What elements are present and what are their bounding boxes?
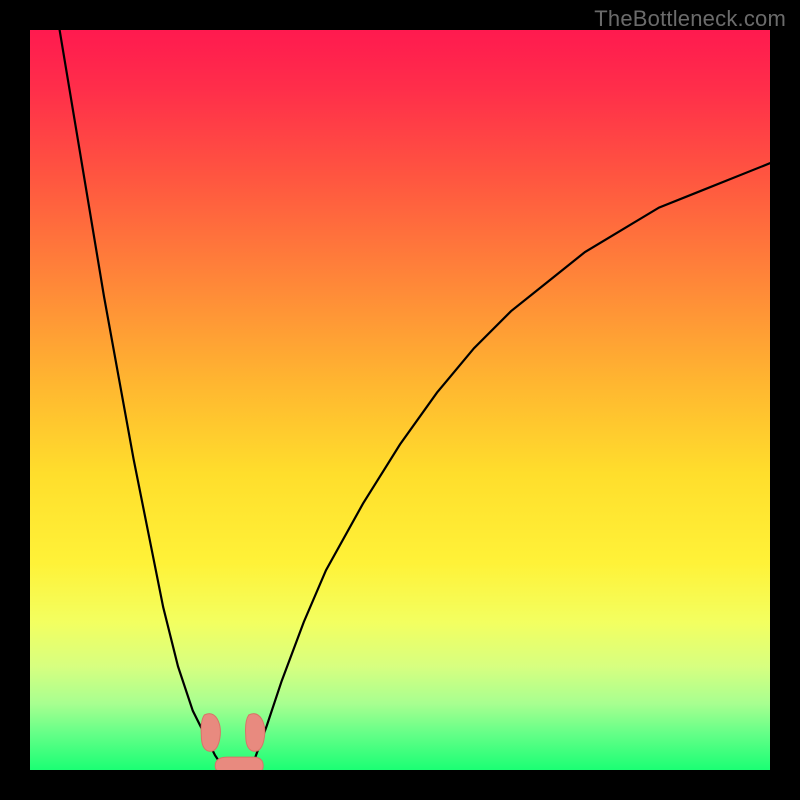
left_blob_at_notch (201, 714, 220, 752)
watermark-text: TheBottleneck.com (594, 6, 786, 32)
bottom_blob (215, 757, 263, 770)
outer-black-frame: TheBottleneck.com (0, 0, 800, 800)
curve-layer (30, 30, 770, 770)
right-curve (252, 163, 770, 766)
left-curve (60, 30, 223, 766)
datapoint-blobs (201, 714, 265, 770)
right_blob_at_notch (246, 714, 265, 752)
gradient-plot-area (30, 30, 770, 770)
